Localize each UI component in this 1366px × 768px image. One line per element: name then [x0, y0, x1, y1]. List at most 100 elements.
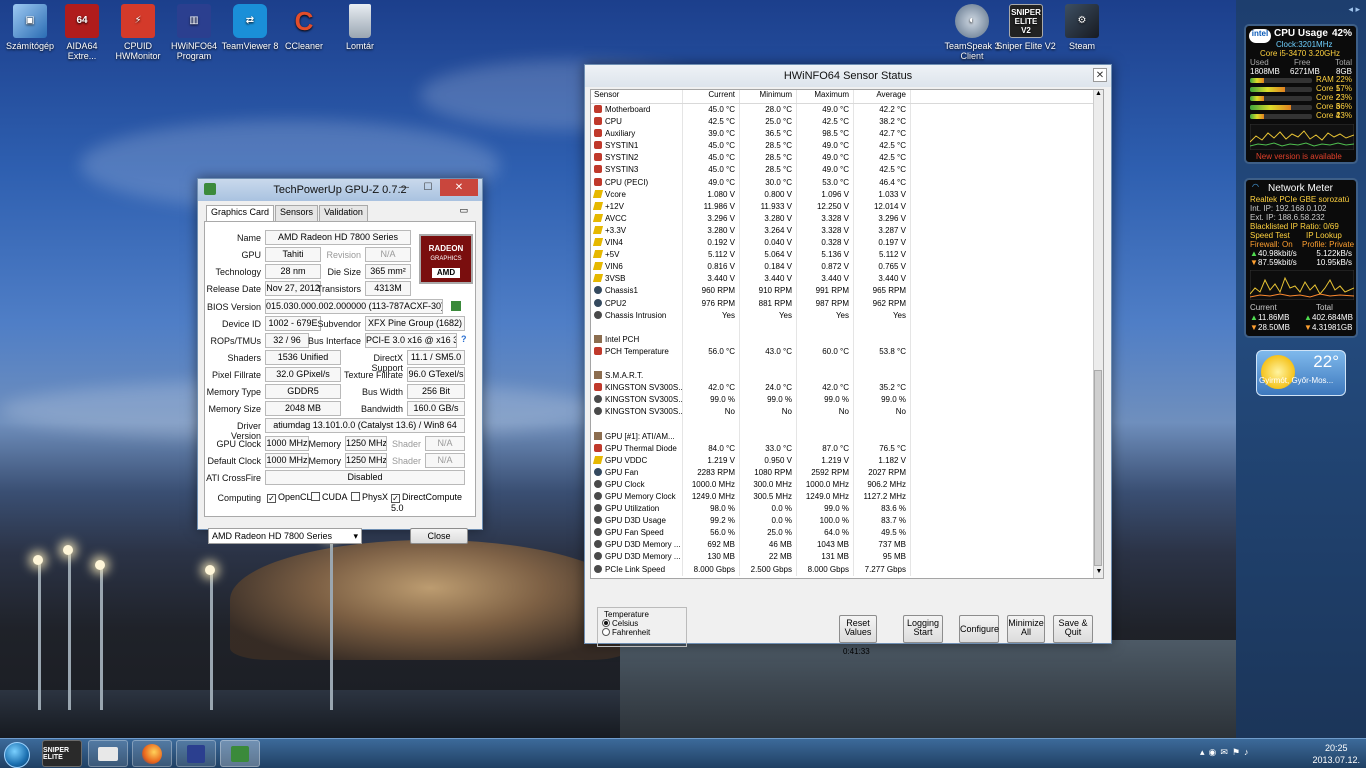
- sensor-scrollbar[interactable]: ▲ ▼: [1093, 90, 1103, 578]
- column-maximum[interactable]: Maximum: [797, 90, 854, 103]
- value-rops[interactable]: 32 / 96: [265, 333, 309, 348]
- value-bios[interactable]: 015.030.000.002.000000 (113-787ACXF-30): [265, 299, 443, 314]
- maximize-button[interactable]: ☐: [416, 179, 440, 196]
- desktop-icon-teamspeak[interactable]: ◐ TeamSpeak 3 Client: [942, 4, 1002, 61]
- taskbar-hwinfo[interactable]: [176, 740, 216, 767]
- value-pixel-fillrate[interactable]: 32.0 GPixel/s: [265, 367, 341, 382]
- new-version-notice[interactable]: New version is available: [1256, 152, 1342, 161]
- value-texture-fillrate[interactable]: 96.0 GTexel/s: [407, 367, 465, 382]
- sensor-row[interactable]: GPU VDDC 1.219 V 0.950 V 1.219 V 1.182 V: [591, 454, 1103, 467]
- network-meter-gadget[interactable]: ◠ Network Meter Realtek PCIe GBE sorozat…: [1244, 178, 1358, 338]
- cuda-checkbox[interactable]: CUDA: [311, 492, 348, 502]
- sensor-row[interactable]: SYSTIN3 45.0 °C 28.5 °C 49.0 °C 42.5 °C: [591, 164, 1103, 177]
- taskbar-firefox[interactable]: [132, 740, 172, 767]
- weather-gadget[interactable]: 22° Gyirmót, Győr-Mos...: [1256, 350, 1346, 396]
- sensor-row[interactable]: 3VSB 3.440 V 3.440 V 3.440 V 3.440 V: [591, 273, 1103, 286]
- close-window-button[interactable]: ✕: [1093, 68, 1107, 82]
- sensor-row[interactable]: SYSTIN1 45.0 °C 28.5 °C 49.0 °C 42.5 °C: [591, 140, 1103, 153]
- sensor-row[interactable]: PCH Temperature 56.0 °C 43.0 °C 60.0 °C 53.8…: [591, 345, 1103, 358]
- desktop-icon-hwmonitor[interactable]: ⚡ CPUID HWMonitor: [108, 4, 168, 61]
- value-shader-clock[interactable]: N/A: [425, 436, 465, 451]
- configure-button[interactable]: Configure: [959, 615, 999, 643]
- hwinfo-titlebar[interactable]: HWiNFO64 Sensor Status ✕: [585, 65, 1111, 87]
- sensor-row[interactable]: GPU [#1]: ATI/AM...: [591, 430, 1103, 443]
- taskbar-explorer[interactable]: [88, 740, 128, 767]
- logging-start-button[interactable]: Logging Start: [903, 615, 943, 643]
- reset-values-button[interactable]: Reset Values: [839, 615, 877, 643]
- sensor-row[interactable]: GPU D3D Usage 99.2 % 0.0 % 100.0 % 83.7 %: [591, 515, 1103, 528]
- sensor-row[interactable]: S.M.A.R.T.: [591, 370, 1103, 383]
- sensor-row[interactable]: VIN6 0.816 V 0.184 V 0.872 V 0.765 V: [591, 261, 1103, 274]
- camera-icon[interactable]: ▭: [459, 205, 468, 221]
- value-driver-version[interactable]: atiumdag 13.101.0.0 (Catalyst 13.6) / Wi…: [265, 418, 465, 433]
- celsius-radio[interactable]: Celsius: [602, 619, 682, 628]
- sensor-row[interactable]: Auxiliary 39.0 °C 36.5 °C 98.5 °C 42.7 °C: [591, 128, 1103, 141]
- desktop-icon-teamviewer[interactable]: ⇄ TeamViewer 8: [220, 4, 280, 51]
- sensor-row[interactable]: +12V 11.986 V 11.933 V 12.250 V 12.014 V: [591, 200, 1103, 213]
- speed-test-link[interactable]: Speed Test: [1250, 231, 1290, 240]
- tray-icons[interactable]: ▴◉✉⚑♪: [1200, 747, 1252, 758]
- sensor-row[interactable]: Chassis1 960 RPM 910 RPM 991 RPM 965 RPM: [591, 285, 1103, 298]
- value-bus-interface[interactable]: PCI-E 3.0 x16 @ x16 3.0: [365, 333, 457, 348]
- close-window-button[interactable]: ✕: [440, 179, 478, 196]
- scroll-up-icon[interactable]: ▲: [1094, 90, 1103, 100]
- sensor-row[interactable]: VIN4 0.192 V 0.040 V 0.328 V 0.197 V: [591, 237, 1103, 250]
- desktop-icon-aida64[interactable]: 64 AIDA64 Extre...: [52, 4, 112, 61]
- sensor-row[interactable]: Motherboard 45.0 °C 28.0 °C 49.0 °C 42.2 °C: [591, 104, 1103, 117]
- value-bandwidth[interactable]: 160.0 GB/s: [407, 401, 465, 416]
- help-icon[interactable]: ?: [461, 334, 467, 344]
- value-shaders[interactable]: 1536 Unified: [265, 350, 341, 365]
- value-directx[interactable]: 11.1 / SM5.0: [407, 350, 465, 365]
- column-minimum[interactable]: Minimum: [740, 90, 797, 103]
- sensor-row[interactable]: CPU 42.5 °C 25.0 °C 42.5 °C 38.2 °C: [591, 116, 1103, 129]
- card-select[interactable]: AMD Radeon HD 7800 Series ▾: [208, 528, 362, 544]
- taskbar-sniper-elite[interactable]: SNIPER ELITE: [42, 740, 82, 767]
- sensor-row[interactable]: AVCC 3.296 V 3.280 V 3.328 V 3.296 V: [591, 212, 1103, 225]
- sensor-row[interactable]: Chassis Intrusion Yes Yes Yes Yes: [591, 309, 1103, 322]
- minimize-all-button[interactable]: Minimize All: [1007, 615, 1045, 643]
- sensor-row[interactable]: CPU2 976 RPM 881 RPM 987 RPM 962 RPM: [591, 297, 1103, 310]
- clock[interactable]: 20:25 2013.07.12.: [1312, 742, 1360, 766]
- sensor-row[interactable]: KINGSTON SV300S... 99.0 % 99.0 % 99.0 % 99.0…: [591, 394, 1103, 407]
- tab-sensors[interactable]: Sensors: [275, 205, 319, 221]
- column-current[interactable]: Current: [683, 90, 740, 103]
- value-memory-type[interactable]: GDDR5: [265, 384, 341, 399]
- sidebar-nav[interactable]: ◂ ▸: [1348, 4, 1360, 15]
- column-sensor[interactable]: Sensor: [591, 90, 683, 103]
- column-average[interactable]: Average: [854, 90, 911, 103]
- value-crossfire[interactable]: Disabled: [265, 470, 465, 485]
- scroll-thumb[interactable]: [1094, 370, 1102, 566]
- sensor-row[interactable]: GPU Fan 2283 RPM 1080 RPM 2592 RPM 2027 RPM: [591, 466, 1103, 479]
- sensor-row[interactable]: +3.3V 3.280 V 3.264 V 3.328 V 3.287 V: [591, 224, 1103, 238]
- sensor-row[interactable]: CPU (PECI) 49.0 °C 30.0 °C 53.0 °C 46.4 °C: [591, 176, 1103, 189]
- sensor-row[interactable]: GPU Utilization 98.0 % 0.0 % 99.0 % 83.6 %: [591, 503, 1103, 516]
- sensor-row[interactable]: GPU D3D Memory ... 130 MB 22 MB 131 MB 95 MB: [591, 551, 1103, 564]
- value-memory-size[interactable]: 2048 MB: [265, 401, 341, 416]
- close-button[interactable]: Close: [410, 528, 468, 544]
- value-default-shader[interactable]: N/A: [425, 453, 465, 468]
- value-revision[interactable]: N/A: [365, 247, 411, 262]
- cpu-usage-gadget[interactable]: intel CPU Usage 42% Clock:3201MHz Core i…: [1244, 24, 1358, 164]
- sensor-row[interactable]: KINGSTON SV300S... 42.0 °C 24.0 °C 42.0 °C 3…: [591, 382, 1103, 395]
- taskbar-gpuz[interactable]: [220, 740, 260, 767]
- tab-graphics-card[interactable]: Graphics Card: [206, 205, 275, 221]
- desktop-icon-sniper-elite[interactable]: SNIPER ELITE V2 Sniper Elite V2: [996, 4, 1056, 51]
- sensor-row[interactable]: GPU Fan Speed 56.0 % 25.0 % 64.0 % 49.5 %: [591, 527, 1103, 540]
- value-die-size[interactable]: 365 mm²: [365, 264, 411, 279]
- sensor-row[interactable]: GPU Clock 1000.0 MHz 300.0 MHz 1000.0 MHz 90…: [591, 478, 1103, 491]
- sensor-row[interactable]: +5V 5.112 V 5.064 V 5.136 V 5.112 V: [591, 249, 1103, 262]
- sensor-row[interactable]: SYSTIN2 45.0 °C 28.5 °C 49.0 °C 42.5 °C: [591, 152, 1103, 165]
- value-name[interactable]: AMD Radeon HD 7800 Series: [265, 230, 411, 245]
- sensor-row[interactable]: Intel PCH: [591, 333, 1103, 346]
- directcompute-checkbox[interactable]: ✓ DirectCompute 5.0: [391, 492, 475, 513]
- bios-save-icon[interactable]: [451, 301, 461, 311]
- sensor-row[interactable]: GPU D3D Memory ... 692 MB 46 MB 1043 MB 737 …: [591, 539, 1103, 552]
- desktop-icon-hwinfo[interactable]: ▥ HWiNFO64 Program: [164, 4, 224, 61]
- desktop-icon-recycle-bin[interactable]: Lomtár: [330, 4, 390, 51]
- tab-validation[interactable]: Validation: [319, 205, 368, 221]
- desktop-icon-ccleaner[interactable]: C CCleaner: [274, 4, 334, 51]
- desktop-icon-steam[interactable]: ⚙ Steam: [1052, 4, 1112, 51]
- fahrenheit-radio[interactable]: Fahrenheit: [602, 628, 682, 637]
- sensor-row[interactable]: GPU Memory Clock 1249.0 MHz 300.5 MHz 1249.…: [591, 491, 1103, 504]
- desktop-icon-computer[interactable]: ▣ Számítógép: [0, 4, 60, 51]
